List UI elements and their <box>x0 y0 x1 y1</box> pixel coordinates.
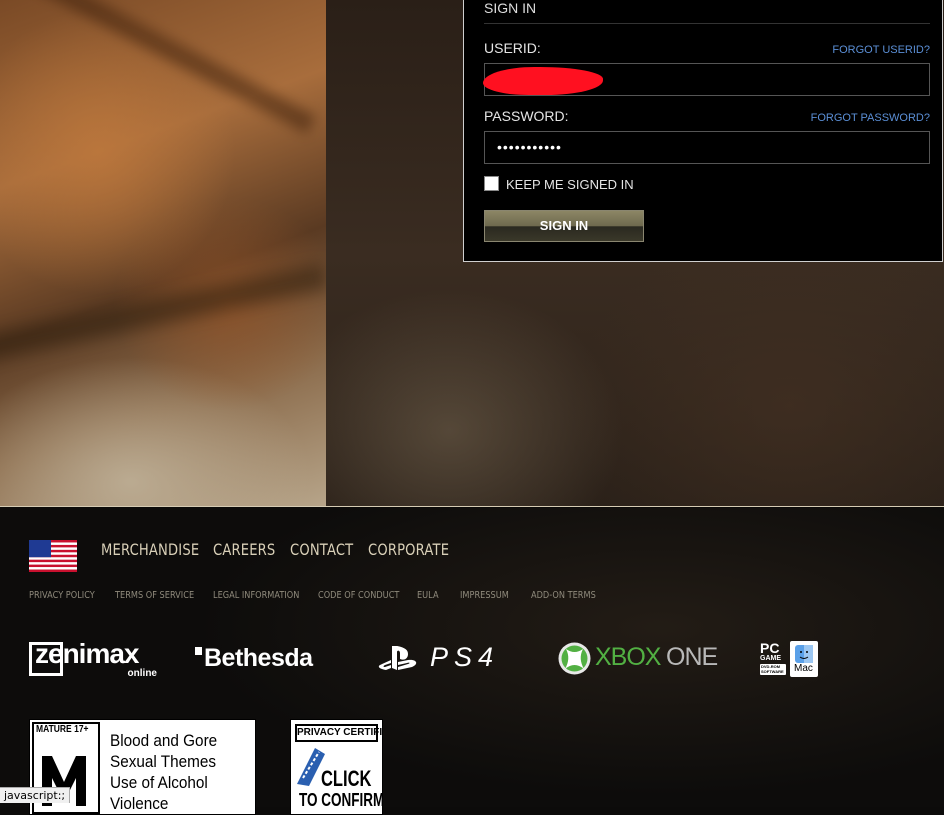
rating-descriptors: Blood and Gore Sexual Themes Use of Alco… <box>110 731 218 813</box>
forgot-userid-link[interactable]: FORGOT USERID? <box>832 44 930 56</box>
nav-merchandise[interactable]: MERCHANDISE <box>101 540 199 559</box>
password-input[interactable]: ••••••••••• <box>484 131 930 164</box>
playstation-icon <box>378 646 417 670</box>
mac-finder-icon <box>795 645 813 663</box>
add-on-terms-link[interactable]: ADD-ON TERMS <box>531 590 596 601</box>
to-confirm-text: TO CONFIRM <box>299 790 383 810</box>
site-footer: MERCHANDISE CAREERS CONTACT CORPORATE PR… <box>0 508 944 815</box>
divider <box>484 23 930 24</box>
xbox-one-logo[interactable]: XBOX ONE <box>558 641 728 677</box>
click-text: CLICK <box>321 766 372 791</box>
password-label: PASSWORD: <box>484 108 569 124</box>
impressum-link[interactable]: IMPRESSUM <box>460 590 509 601</box>
login-title: SIGN IN <box>484 0 537 16</box>
privacy-certified-label: PRIVACY CERTIFIED <box>295 724 382 742</box>
zenimax-wordmark: zenimax <box>35 638 139 669</box>
code-of-conduct-link[interactable]: CODE OF CONDUCT <box>318 590 399 601</box>
browser-status-bar: javascript:; <box>0 787 71 803</box>
privacy-certified-seal[interactable]: PRIVACY CERTIFIED CLICK TO CONFIRM <box>290 719 383 815</box>
divider <box>0 506 944 507</box>
bethesda-logo[interactable]: Bethesda <box>195 644 340 678</box>
nav-corporate[interactable]: CORPORATE <box>368 540 449 559</box>
login-panel: SIGN IN USERID: FORGOT USERID? PASSWORD:… <box>463 0 943 262</box>
us-flag-icon[interactable] <box>29 540 77 572</box>
redaction-mark <box>483 67 603 95</box>
rating-label: MATURE 17+ <box>36 724 89 735</box>
ps4-logo[interactable]: PS4 <box>378 642 526 676</box>
userid-input[interactable] <box>483 63 930 96</box>
terms-of-service-link[interactable]: TERMS OF SERVICE <box>115 590 194 601</box>
eula-link[interactable]: EULA <box>417 590 439 601</box>
userid-label: USERID: <box>484 40 541 56</box>
nav-contact[interactable]: CONTACT <box>290 540 353 559</box>
keep-signed-in-checkbox[interactable] <box>484 176 499 191</box>
sign-in-button[interactable]: SIGN IN <box>484 210 644 242</box>
forgot-password-link[interactable]: FORGOT PASSWORD? <box>811 112 930 124</box>
legal-information-link[interactable]: LEGAL INFORMATION <box>213 590 299 601</box>
keep-signed-in-label[interactable]: KEEP ME SIGNED IN <box>506 177 634 192</box>
nav-careers[interactable]: CAREERS <box>213 540 275 559</box>
hero-rock-image <box>0 0 329 507</box>
pc-game-logo[interactable]: PC GAME DVD-ROM SOFTWARE <box>760 640 786 676</box>
privacy-policy-link[interactable]: PRIVACY POLICY <box>29 590 95 601</box>
zenimax-online-logo[interactable]: zenimax online <box>29 638 159 682</box>
xbox-icon <box>558 642 591 675</box>
mac-logo[interactable]: Mac <box>790 641 818 677</box>
